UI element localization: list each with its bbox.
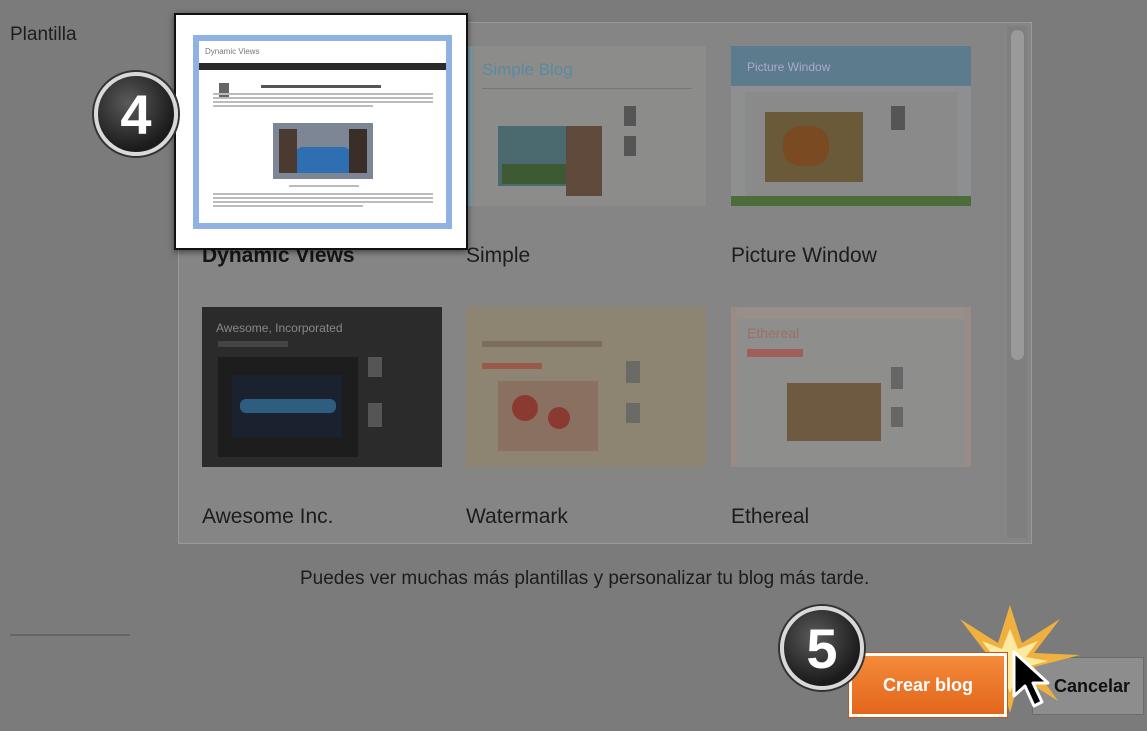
template-name-simple[interactable]: Simple [466,244,530,268]
gallery-scrollbar-thumb[interactable] [1011,30,1024,360]
template-thumb-dynamic-views[interactable]: Dynamic Views [199,41,446,223]
template-thumb-picture-window[interactable]: Picture Window [731,46,971,206]
templates-hint: Puedes ver muchas más plantillas y perso… [300,568,870,589]
template-thumb-simple[interactable]: Simple Blog [466,46,706,206]
step-five-badge: 5 [780,606,864,690]
template-name-awesome-inc[interactable]: Awesome Inc. [202,505,334,529]
template-thumb-ethereal[interactable]: Ethereal [731,307,971,467]
preview-title-awesome: Awesome, Incorporated [216,321,343,335]
preview-title-ethereal: Ethereal [747,325,800,341]
preview-title-dynamic-views: Dynamic Views [205,47,260,56]
preview-title-picture-window: Picture Window [747,60,831,74]
blog-creation-dialog: Plantilla Simple Blog Picture Window Awe… [0,0,1147,731]
divider-left [10,634,130,636]
template-label: Plantilla [10,24,77,45]
template-thumb-awesome-inc[interactable]: Awesome, Incorporated [202,307,442,467]
create-blog-button[interactable]: Crear blog [849,653,1007,717]
template-thumb-watermark[interactable] [466,307,706,467]
cursor-icon [1012,650,1050,708]
template-name-ethereal[interactable]: Ethereal [731,505,809,529]
preview-title-simple: Simple Blog [482,60,573,79]
template-name-picture-window[interactable]: Picture Window [731,244,877,268]
step-four-badge: 4 [94,72,178,156]
template-name-watermark[interactable]: Watermark [466,505,568,529]
